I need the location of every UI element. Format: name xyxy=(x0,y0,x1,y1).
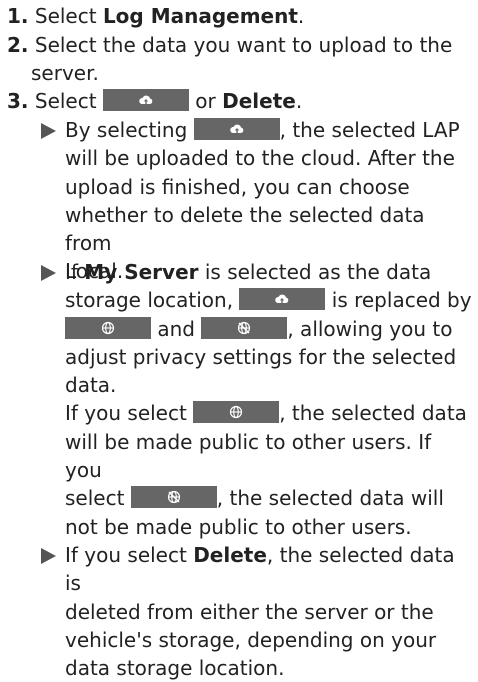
delete-label: Delete xyxy=(222,89,296,113)
bullet-arrow-icon xyxy=(41,548,56,564)
step-1: 1. Select Log Management. xyxy=(7,2,472,30)
bullet-text: If you select xyxy=(65,401,194,426)
step-text: Select the data you want to upload to th… xyxy=(34,33,453,57)
cloud-upload-icon xyxy=(139,95,153,104)
bullet-arrow-icon xyxy=(41,123,56,139)
step-number: 3. xyxy=(7,89,29,113)
step-text-end: . xyxy=(297,4,305,28)
bullet-line: and , allowing you to xyxy=(65,315,472,343)
globe-icon xyxy=(101,321,115,334)
bullet-text: is selected as the data xyxy=(198,260,432,284)
step-2-cont: server. xyxy=(31,59,472,87)
bullet-line: storage location, is replaced by xyxy=(65,286,472,314)
bullet-line: not be made public to other users. xyxy=(65,514,412,539)
step-text: Select xyxy=(34,89,103,113)
step-text-or: or xyxy=(188,89,223,113)
cloud-upload-icon xyxy=(229,124,243,133)
bullet-text: select xyxy=(65,486,131,511)
bullet-text: If xyxy=(65,260,85,284)
step-text: server. xyxy=(31,61,99,85)
my-server-label: My Server xyxy=(84,260,199,284)
bullet-line: data. xyxy=(65,373,117,398)
cloud-upload-icon xyxy=(275,294,289,304)
bullet-line: If My Server is selected as the data xyxy=(65,258,472,286)
public-button[interactable] xyxy=(65,316,151,339)
bullet-line: By selecting , the selected LAP xyxy=(65,116,472,144)
upload-button[interactable] xyxy=(102,89,189,111)
bullet-text: is replaced by xyxy=(325,288,472,313)
bullet-text: and xyxy=(151,316,202,341)
bullet-line: If you select , the selected data xyxy=(65,399,472,427)
bullet-line: will be made public to other users. If y… xyxy=(65,429,432,483)
step-number: 1. xyxy=(7,4,29,28)
bullet-text: , allowing you to xyxy=(287,316,453,341)
bullet-line: whether to delete the selected data from xyxy=(65,202,425,256)
private-button[interactable] xyxy=(130,486,217,509)
bullet-text: If you select xyxy=(65,543,194,567)
bullet-line: vehicle's storage, depending on your xyxy=(65,627,437,652)
step-text: Select xyxy=(34,4,103,28)
bullet-line: adjust privacy settings for the selected xyxy=(65,344,457,369)
bullet-line: upload is finished, you can choose xyxy=(65,174,410,199)
bullet-delete: If you select Delete, the selected data … xyxy=(41,541,472,682)
step-text-end: . xyxy=(295,89,303,113)
bullet-line: data storage location. xyxy=(65,656,285,681)
bullet-my-server: If My Server is selected as the data sto… xyxy=(41,258,472,541)
private-button[interactable] xyxy=(201,316,288,339)
delete-label: Delete xyxy=(193,543,267,567)
bullet-line: deleted from either the server or the xyxy=(65,599,434,624)
globe-crossed-icon xyxy=(167,491,180,504)
upload-button[interactable] xyxy=(193,118,280,140)
globe-icon xyxy=(230,406,243,419)
bullet-text: By selecting xyxy=(65,118,194,142)
bullet-line: select , the selected data will xyxy=(65,484,472,512)
instruction-page: 1. Select Log Management. 2. Select the … xyxy=(0,0,478,682)
bullet-text: , the selected LAP xyxy=(279,118,460,142)
log-management-label: Log Management xyxy=(102,4,298,28)
upload-button[interactable] xyxy=(239,288,326,311)
public-button[interactable] xyxy=(193,401,280,424)
step-3: 3. Select or Delete. xyxy=(7,87,472,115)
step-number: 2. xyxy=(7,33,29,57)
step-2: 2. Select the data you want to upload to… xyxy=(7,31,472,59)
bullet-arrow-icon xyxy=(41,265,56,281)
bullet-line: will be uploaded to the cloud. After the xyxy=(65,146,455,171)
bullet-text: , the selected data will xyxy=(216,486,444,511)
bullet-text: storage location, xyxy=(65,288,240,313)
bullet-text: , the selected data xyxy=(279,401,467,426)
globe-crossed-icon xyxy=(238,321,251,334)
bullet-line: If you select Delete, the selected data … xyxy=(65,541,472,598)
